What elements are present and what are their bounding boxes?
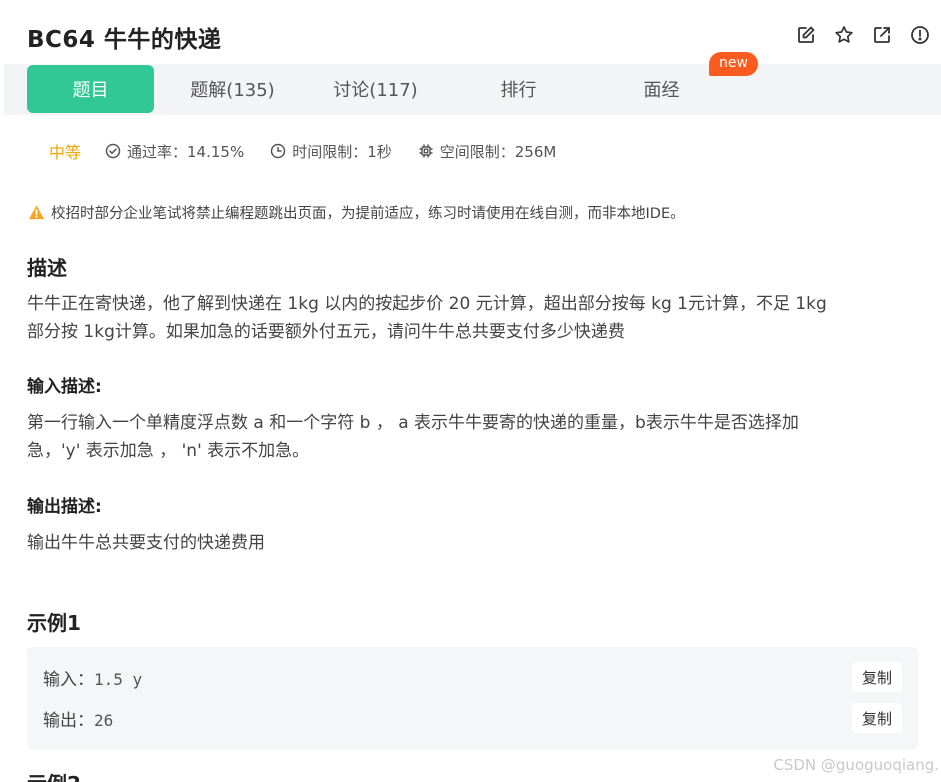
tab-problem[interactable]: 题目: [27, 65, 154, 113]
time-limit: 时间限制：1秒: [270, 141, 392, 162]
problem-header: BC64 牛牛的快递: [0, 0, 941, 66]
pass-rate-text: 通过率：14.15%: [127, 142, 245, 161]
memory-limit-text: 空间限制：256M: [439, 142, 557, 161]
example-input-label: 输入：: [43, 670, 94, 690]
copy-output-button[interactable]: 复制: [852, 703, 902, 733]
example-1-box: 输入：1.5 y 复制 输出：26 复制: [27, 647, 918, 750]
example-input-value: 1.5 y: [94, 670, 143, 689]
memory-limit: 空间限制：256M: [418, 141, 557, 162]
problem-page: BC64 牛牛的快递 题目 题解(135) 讨论(117) 排行 面经 new …: [0, 0, 941, 782]
problem-tabs: 题目 题解(135) 讨论(117) 排行 面经 new: [4, 52, 941, 115]
star-icon[interactable]: [833, 24, 855, 46]
header-actions: [795, 24, 931, 46]
description-line-1: 牛牛正在寄快递，他了解到快递在 1kg 以内的按起步价 20 元计算，超出部分按…: [27, 294, 827, 314]
new-badge: new: [709, 52, 758, 76]
check-circle-icon: [105, 143, 121, 159]
clock-icon: [270, 143, 286, 159]
problem-meta: 中等 通过率：14.15% 时间限制：1秒 空间限制：256M: [49, 139, 582, 163]
pass-rate: 通过率：14.15%: [105, 141, 244, 162]
copy-input-button[interactable]: 复制: [852, 662, 902, 692]
example-output-label: 输出：: [43, 711, 94, 731]
input-description-line-2: 急，'y' 表示加急 ， 'n' 表示不加急。: [27, 441, 310, 461]
example-1-heading: 示例1: [27, 611, 81, 635]
description-heading: 描述: [27, 256, 67, 280]
description-text: 牛牛正在寄快递，他了解到快递在 1kg 以内的按起步价 20 元计算，超出部分按…: [27, 290, 917, 346]
output-description-heading: 输出描述:: [27, 497, 102, 517]
warning-text: 校招时部分企业笔试将禁止编程题跳出页面，为提前适应，练习时请使用在线自测，而非本…: [51, 206, 685, 222]
exam-warning: 校招时部分企业笔试将禁止编程题跳出页面，为提前适应，练习时请使用在线自测，而非本…: [28, 202, 685, 223]
output-description-line-1: 输出牛牛总共要支付的快递费用: [27, 533, 265, 553]
tab-ranking[interactable]: 排行: [455, 65, 582, 113]
warning-icon: [28, 205, 45, 220]
example-2-heading: 示例2: [27, 768, 81, 782]
difficulty-label: 中等: [49, 143, 82, 162]
problem-title: BC64 牛牛的快递: [27, 27, 222, 53]
output-description-text: 输出牛牛总共要支付的快递费用: [27, 529, 917, 557]
input-description-heading: 输入描述:: [27, 377, 102, 397]
alert-icon[interactable]: [909, 24, 931, 46]
tab-interview[interactable]: 面经: [598, 65, 725, 113]
csdn-watermark: CSDN @guoguoqiang.: [773, 756, 939, 774]
time-limit-text: 时间限制：1秒: [292, 142, 392, 161]
tab-solutions[interactable]: 题解(135): [169, 65, 296, 113]
tab-discussion[interactable]: 讨论(117): [312, 65, 439, 113]
input-description-text: 第一行输入一个单精度浮点数 a 和一个字符 b ， a 表示牛牛要寄的快递的重量…: [27, 409, 917, 465]
example-output-value: 26: [94, 711, 114, 730]
example-input-row: 输入：1.5 y: [43, 665, 142, 690]
description-line-2: 部分按 1kg计算。如果加急的话要额外付五元，请问牛牛总共要支付多少快递费: [27, 322, 625, 342]
chip-icon: [419, 144, 433, 158]
external-link-icon[interactable]: [871, 24, 893, 46]
edit-icon[interactable]: [795, 24, 817, 46]
example-output-row: 输出：26: [43, 706, 113, 731]
input-description-line-1: 第一行输入一个单精度浮点数 a 和一个字符 b ， a 表示牛牛要寄的快递的重量…: [27, 413, 799, 433]
